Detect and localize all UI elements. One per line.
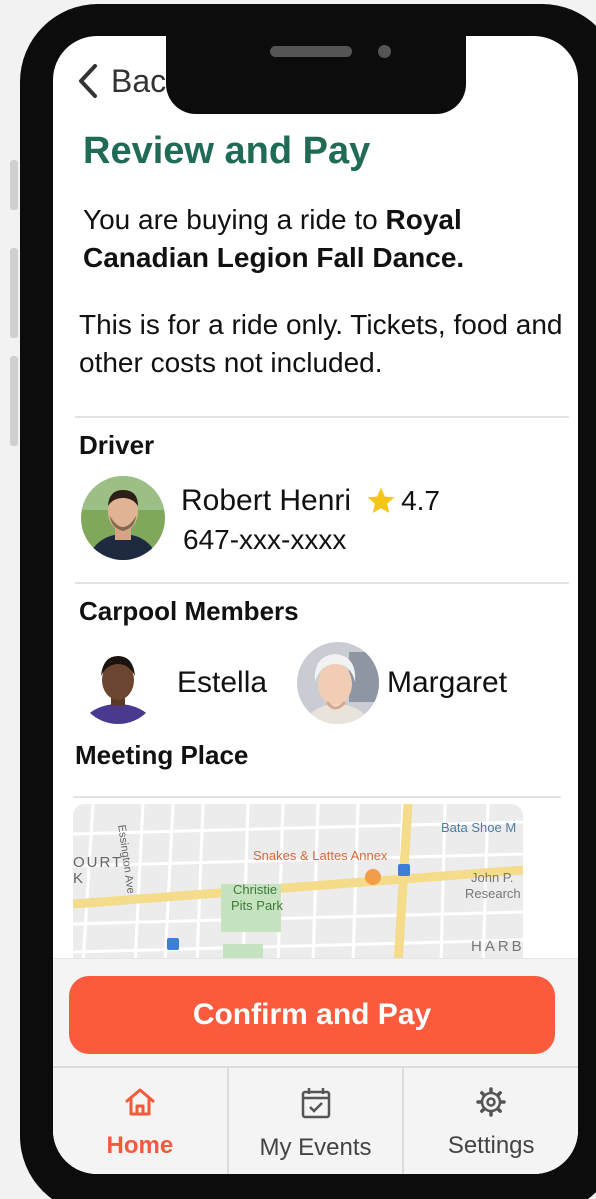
rating-value: 4.7 [401,485,441,516]
bottom-tab-bar: Home My Events Settings [53,1066,578,1174]
purchase-summary: You are buying a ride to Royal Canadian … [83,201,553,277]
map-label-court-2: K [73,870,84,887]
tab-my-events[interactable]: My Events [229,1068,405,1174]
carpool-heading: Carpool Members [79,596,299,626]
page-title: Review and Pay [83,130,371,172]
map-label-museum: Bata Shoe M [441,820,517,835]
member-name-margaret: Margaret [387,666,508,699]
driver-name: Robert Henri [181,484,352,517]
gear-icon [476,1087,506,1117]
tab-home[interactable]: Home [53,1068,229,1174]
calendar-check-icon [301,1088,330,1119]
star-icon [367,487,395,513]
disclaimer-text: This is for a ride only. Tickets, food a… [79,309,563,378]
purchase-prefix: You are buying a ride to [83,204,386,235]
member-name-estella: Estella [177,666,268,699]
notch [166,36,466,114]
meeting-heading: Meeting Place [75,740,249,770]
map-label-research-1: John P. [471,870,514,885]
chevron-left-icon [79,64,97,98]
tab-settings[interactable]: Settings [404,1068,578,1174]
driver-info: Robert Henri 4.7 [181,484,440,518]
phone-screen: Back Review and Pay You are buying a rid… [53,36,578,1174]
tab-my-events-label: My Events [259,1134,372,1161]
home-icon [125,1088,155,1116]
tab-settings-label: Settings [447,1132,535,1159]
camera [378,45,391,58]
mute-switch [10,160,18,210]
tab-home-label: Home [106,1132,174,1159]
driver-avatar [81,476,165,560]
divider [73,796,561,798]
member-avatar-estella [77,642,159,724]
speaker [270,46,352,57]
map-label-cafe: Snakes & Lattes Annex [253,848,388,863]
divider [75,582,569,584]
meeting-map[interactable]: Essington Ave OURT K Snakes & Lattes Ann… [73,804,523,964]
map-label-park-2: Pits Park [231,898,284,913]
driver-phone: 647-xxx-xxxx [183,524,347,555]
driver-heading: Driver [79,430,155,460]
map-label-harbour: HARB [471,938,523,955]
volume-up-button [10,248,18,338]
driver-rating: 4.7 [365,485,440,517]
divider [75,416,569,418]
map-label-court: OURT [73,854,124,871]
map-label-park-1: Christie [233,882,278,897]
map-label-research-2: Research [465,886,521,901]
volume-down-button [10,356,18,446]
confirm-and-pay-button[interactable]: Confirm and Pay [69,976,555,1054]
member-avatar-margaret [297,642,379,724]
